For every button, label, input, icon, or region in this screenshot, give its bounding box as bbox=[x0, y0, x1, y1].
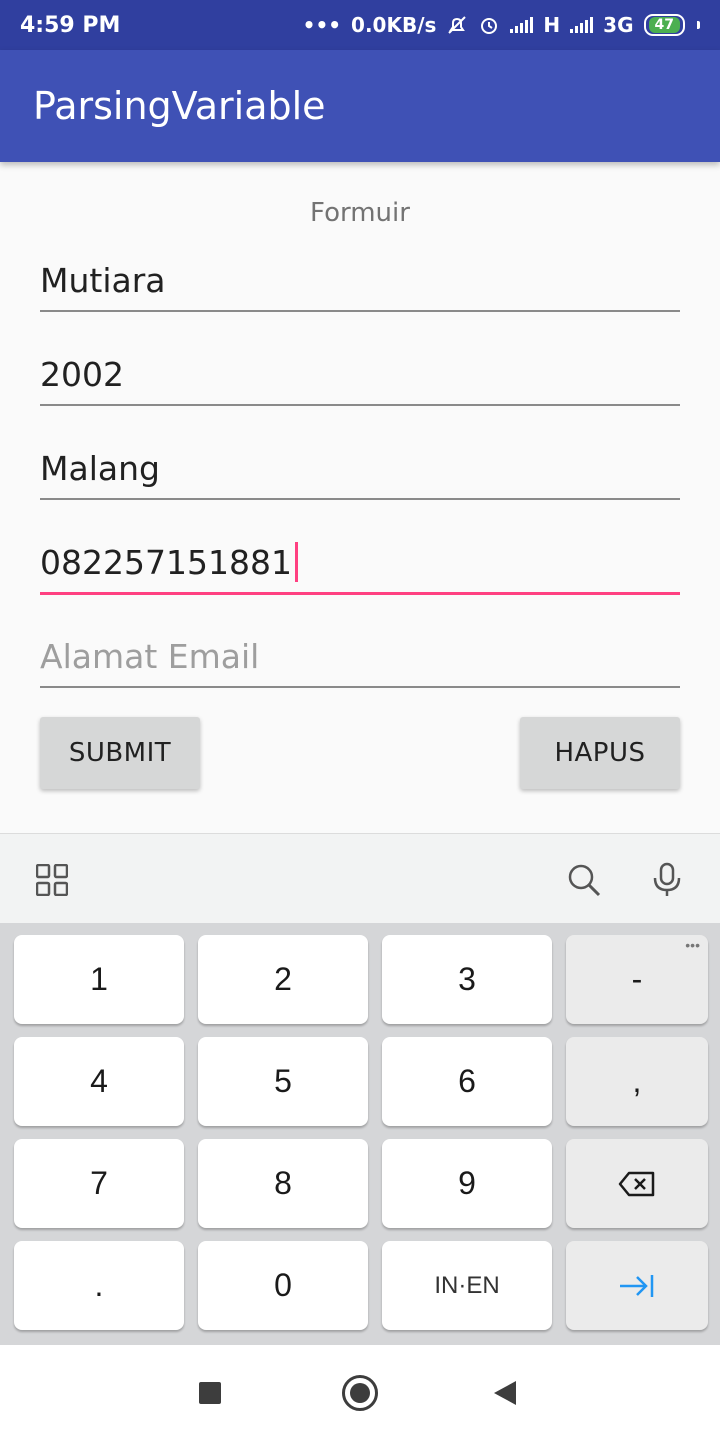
year-value: 2002 bbox=[40, 355, 124, 394]
submit-button[interactable]: SUBMIT bbox=[40, 717, 200, 789]
status-bar: 4:59 PM ••• 0.0KB/s H 3G 47 bbox=[0, 0, 720, 50]
home-icon[interactable] bbox=[342, 1375, 378, 1411]
tab-arrow-icon bbox=[620, 1274, 654, 1297]
network-type-2: 3G bbox=[603, 13, 634, 37]
recent-apps-icon[interactable] bbox=[199, 1382, 221, 1404]
more-notifications-icon: ••• bbox=[302, 13, 342, 37]
network-type-1: H bbox=[543, 13, 561, 37]
backspace-key[interactable] bbox=[566, 1139, 708, 1228]
city-value: Malang bbox=[40, 449, 160, 488]
key-7[interactable]: 7 bbox=[14, 1139, 184, 1228]
search-icon[interactable] bbox=[566, 862, 602, 898]
navigation-bar bbox=[0, 1345, 720, 1440]
network-speed: 0.0KB/s bbox=[351, 13, 437, 37]
key-6[interactable]: 6 bbox=[382, 1037, 552, 1126]
key-5[interactable]: 5 bbox=[198, 1037, 368, 1126]
key-comma[interactable]: , bbox=[566, 1037, 708, 1126]
email-field[interactable]: Alamat Email bbox=[40, 624, 680, 688]
signal-icon bbox=[510, 17, 534, 33]
numeric-keyboard: 1 2 3 - ••• 4 5 6 , 7 8 9 . 0 IN·EN bbox=[0, 923, 720, 1345]
name-field[interactable]: Mutiara bbox=[40, 248, 680, 312]
app-bar: ParsingVariable bbox=[0, 50, 720, 162]
key-9[interactable]: 9 bbox=[382, 1139, 552, 1228]
key-4[interactable]: 4 bbox=[14, 1037, 184, 1126]
signal-icon-2 bbox=[570, 17, 594, 33]
key-dot[interactable]: . bbox=[14, 1241, 184, 1330]
microphone-icon[interactable] bbox=[652, 862, 682, 898]
name-value: Mutiara bbox=[40, 261, 166, 300]
key-0[interactable]: 0 bbox=[198, 1241, 368, 1330]
key-minus[interactable]: - ••• bbox=[566, 935, 708, 1024]
mute-icon bbox=[448, 16, 467, 34]
key-3[interactable]: 3 bbox=[382, 935, 552, 1024]
app-title: ParsingVariable bbox=[33, 84, 326, 128]
city-field[interactable]: Malang bbox=[40, 436, 680, 500]
key-minus-label: - bbox=[631, 961, 643, 997]
language-switch-key[interactable]: IN·EN bbox=[382, 1241, 552, 1330]
battery-level: 47 bbox=[648, 17, 680, 33]
phone-field[interactable]: 082257151881 bbox=[40, 531, 680, 595]
key-2[interactable]: 2 bbox=[198, 935, 368, 1024]
more-symbols-icon: ••• bbox=[685, 937, 700, 953]
keyboard-toolbar bbox=[0, 833, 720, 923]
year-field[interactable]: 2002 bbox=[40, 342, 680, 406]
status-icons: ••• 0.0KB/s H 3G 47 bbox=[303, 13, 700, 37]
form-title: Formuir bbox=[310, 198, 410, 228]
email-placeholder: Alamat Email bbox=[40, 637, 260, 676]
text-cursor bbox=[294, 542, 298, 582]
status-time: 4:59 PM bbox=[20, 12, 121, 38]
key-1[interactable]: 1 bbox=[14, 935, 184, 1024]
back-icon[interactable] bbox=[494, 1381, 516, 1405]
battery-icon: 47 bbox=[643, 14, 685, 36]
alarm-icon bbox=[481, 18, 498, 34]
battery-tip bbox=[697, 21, 700, 29]
hapus-button[interactable]: HAPUS bbox=[520, 717, 680, 789]
next-key[interactable] bbox=[566, 1241, 708, 1330]
key-8[interactable]: 8 bbox=[198, 1139, 368, 1228]
grid-icon[interactable] bbox=[36, 864, 68, 896]
phone-value: 082257151881 bbox=[40, 543, 292, 582]
backspace-icon bbox=[618, 1171, 655, 1196]
